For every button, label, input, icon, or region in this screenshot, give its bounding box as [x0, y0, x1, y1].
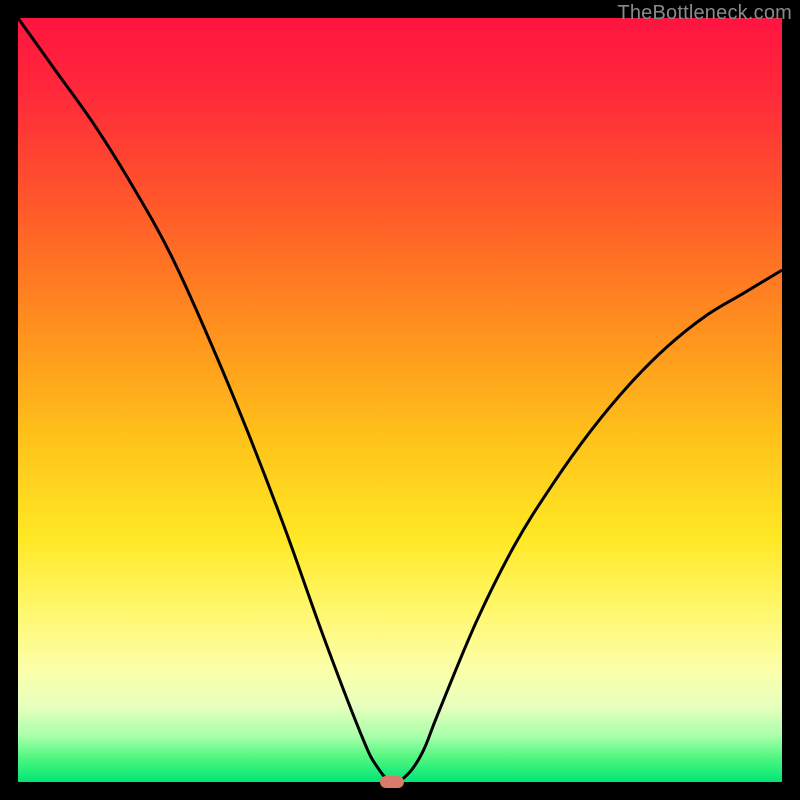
- bottleneck-curve: [18, 18, 782, 782]
- chart-frame: TheBottleneck.com: [0, 0, 800, 800]
- watermark-text: TheBottleneck.com: [617, 2, 792, 25]
- plot-area: [18, 18, 782, 782]
- curve-path: [18, 18, 782, 782]
- optimal-point-marker: [380, 776, 404, 788]
